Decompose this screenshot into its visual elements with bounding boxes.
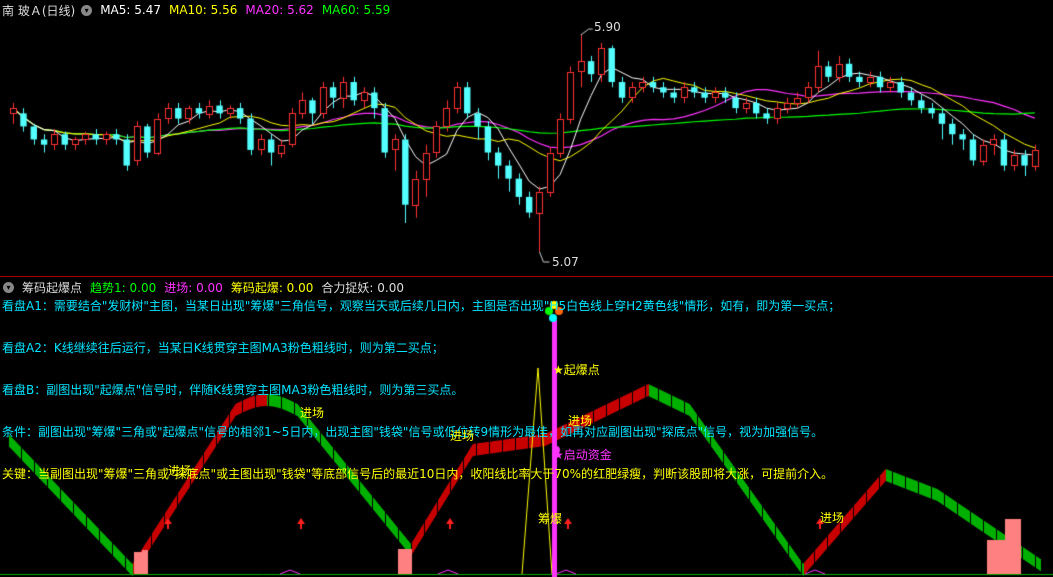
desc-condition: 条件：副图出现"筹爆"三角或"起爆点"信号的相邻1~5日内，出现主图"钱袋"信号… [2,425,824,439]
ma60-value: MA60: 5.59 [321,3,391,17]
choubao-signal-label: 筹爆 [538,512,563,526]
desc-a2: 看盘A2：K线继续往后运行，当某日K线贯穿主图MA3粉色粗线时，则为第二买点； [2,341,444,355]
low-price-label: 5.07 [552,255,579,269]
chevron-down-icon[interactable]: ▾ [3,281,14,293]
entry-value: 进场: 0.00 [164,280,223,295]
sub-chart-header: ▾ 筹码起爆点 趋势1: 0.00 进场: 0.00 筹码起爆: 0.00 合力… [0,277,412,297]
trend-value: 趋势1: 0.00 [90,280,157,295]
ma20-value: MA20: 5.62 [245,3,314,17]
high-price-label: 5.90 [594,20,621,34]
entry-label: 进场 [168,464,193,478]
indicator-title: 筹码起爆点 [22,280,83,295]
desc-a1: 看盘A1：需要结合"发财树"主图，当某日出现"筹爆"三角信号，观察当天或后续几日… [2,299,841,313]
entry-label: 进场 [450,429,475,443]
chip-value: 筹码起爆: 0.00 [230,280,314,295]
entry-label: 进场 [820,511,845,525]
force-value: 合力捉妖: 0.00 [321,280,404,295]
chart-title: 南 玻Ａ(日线) [2,3,76,18]
qidong-signal-label: ★启动资金 [553,448,612,462]
desc-key: 关键：当副图出现"筹爆"三角或"探底点"或主图出现"钱袋"等底部信号后的最近10… [2,467,834,481]
entry-label: 进场 [300,406,325,420]
entry-label: 进场 [568,414,593,428]
main-chart-header: 南 玻Ａ(日线) ▾ MA5: 5.47 MA10: 5.56 MA20: 5.… [0,0,398,20]
ma5-value: MA5: 5.47 [100,3,161,17]
desc-b: 看盘B：副图出现"起爆点"信号时，伴随K线贯穿主图MA3粉色粗线时，则为第三买点… [2,383,464,397]
ma10-value: MA10: 5.56 [168,3,238,17]
qibao-signal-label: ★起爆点 [553,363,600,377]
chevron-down-icon[interactable]: ▾ [81,4,93,16]
